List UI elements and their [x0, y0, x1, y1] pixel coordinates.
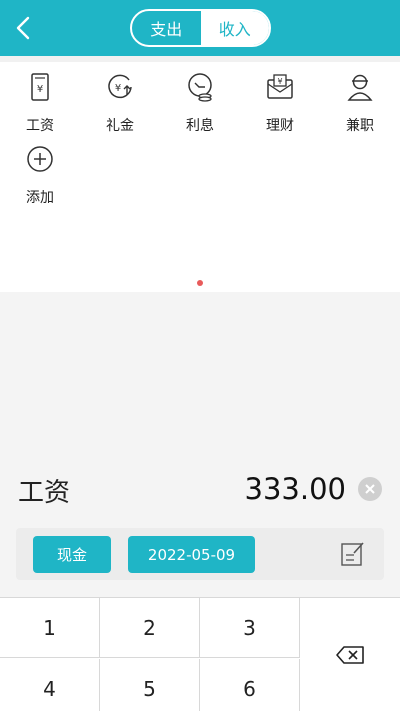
category-label: 利息	[186, 118, 214, 134]
type-switcher: 支出 收入	[130, 9, 271, 47]
account-button[interactable]: 现金	[33, 536, 111, 573]
edit-note-icon	[341, 542, 364, 566]
key-3[interactable]: 3	[200, 598, 300, 658]
category-interest[interactable]: 利息	[160, 72, 240, 135]
clear-amount-button[interactable]	[358, 477, 382, 501]
key-4[interactable]: 4	[0, 659, 100, 711]
category-investment[interactable]: ¥ 理财	[240, 72, 320, 135]
page-indicator-dot	[197, 280, 203, 286]
key-1[interactable]: 1	[0, 598, 100, 658]
category-label: 添加	[26, 190, 54, 206]
selected-category: 工资	[18, 478, 71, 508]
svg-text:¥: ¥	[37, 84, 43, 95]
category-gift-money[interactable]: ¥ 礼金	[80, 72, 160, 135]
category-part-time[interactable]: 兼职	[320, 72, 400, 135]
note-button[interactable]	[340, 540, 366, 568]
back-arrow-icon	[16, 16, 30, 40]
tab-income[interactable]: 收入	[200, 11, 269, 45]
category-label: 理财	[266, 118, 294, 134]
salary-icon: ¥	[31, 73, 49, 101]
number-keypad: 1 2 3 4 5 6	[0, 597, 400, 711]
interest-icon	[188, 73, 212, 102]
backspace-icon	[336, 646, 364, 664]
add-icon	[27, 146, 53, 172]
category-add[interactable]: 添加	[0, 144, 80, 207]
category-salary[interactable]: ¥ 工资	[0, 72, 80, 135]
investment-icon: ¥	[267, 74, 293, 99]
top-bar: 支出 收入	[0, 0, 400, 56]
category-label: 兼职	[346, 118, 374, 134]
back-button[interactable]	[8, 10, 40, 46]
gift-money-icon: ¥	[108, 74, 132, 99]
key-5[interactable]: 5	[100, 659, 200, 711]
category-label: 礼金	[106, 118, 134, 134]
svg-text:¥: ¥	[115, 83, 121, 94]
close-icon	[365, 484, 375, 494]
category-label: 工资	[26, 118, 54, 134]
key-6[interactable]: 6	[200, 659, 300, 711]
part-time-icon	[347, 74, 373, 101]
category-panel: ¥ 工资 ¥ 礼金 利息 ¥ 理财 兼职 添加	[0, 56, 400, 292]
entry-row: 工资 333.00	[0, 470, 400, 510]
date-button[interactable]: 2022-05-09	[128, 536, 255, 573]
key-2[interactable]: 2	[100, 598, 200, 658]
options-bar: 现金 2022-05-09	[16, 528, 384, 580]
backspace-key[interactable]	[300, 598, 400, 711]
tab-expense[interactable]: 支出	[132, 11, 201, 45]
svg-text:¥: ¥	[277, 77, 282, 86]
amount-display: 333.00	[244, 472, 346, 506]
